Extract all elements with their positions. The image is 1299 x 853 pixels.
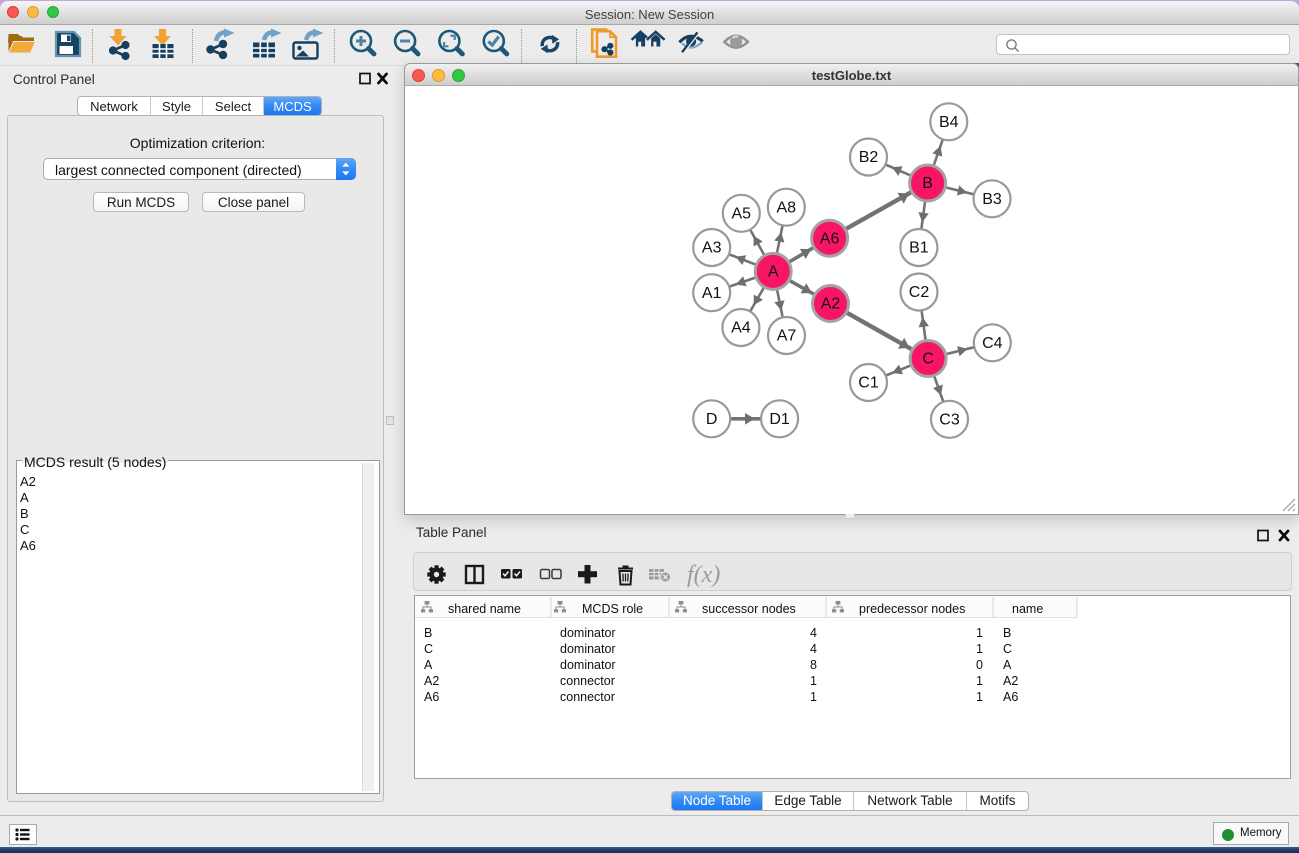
svg-text:A: A: [768, 264, 779, 281]
svg-text:A7: A7: [777, 328, 797, 345]
svg-text:A3: A3: [702, 240, 722, 257]
svg-text:B4: B4: [939, 114, 959, 131]
svg-text:C2: C2: [909, 284, 930, 301]
svg-text:B3: B3: [982, 191, 1002, 208]
svg-text:A4: A4: [731, 320, 751, 337]
svg-text:C1: C1: [858, 375, 879, 392]
svg-text:C: C: [922, 351, 934, 368]
svg-text:B2: B2: [859, 149, 879, 166]
svg-text:A1: A1: [702, 285, 722, 302]
svg-text:B1: B1: [909, 240, 929, 257]
svg-text:A6: A6: [820, 230, 840, 247]
svg-text:f(x): f(x): [687, 562, 720, 588]
svg-text:C4: C4: [982, 335, 1003, 352]
svg-text:A8: A8: [777, 199, 797, 216]
svg-text:B: B: [922, 175, 933, 192]
svg-text:D1: D1: [769, 411, 790, 428]
svg-text:A2: A2: [821, 296, 841, 313]
svg-text:D: D: [706, 411, 718, 428]
svg-text:C3: C3: [939, 412, 960, 429]
svg-text:A5: A5: [732, 206, 752, 223]
